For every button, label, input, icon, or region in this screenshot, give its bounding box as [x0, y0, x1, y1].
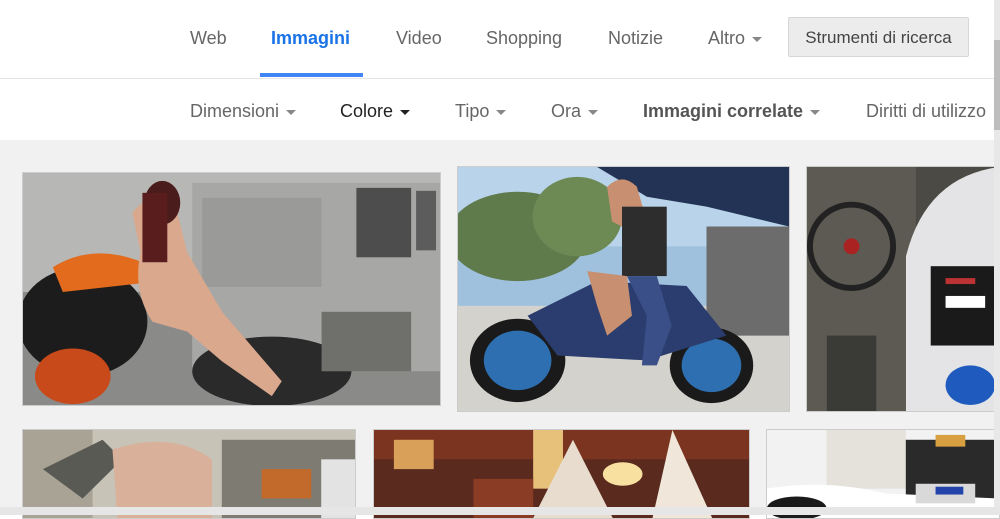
- filter-type[interactable]: Tipo: [455, 99, 507, 123]
- tab-web[interactable]: Web: [190, 24, 227, 52]
- filter-size-label: Dimensioni: [190, 101, 280, 121]
- top-navigation: Web Immagini Video Shopping Notizie Altr…: [0, 0, 1000, 79]
- chevron-down-icon: [496, 109, 507, 115]
- vertical-scrollbar-thumb[interactable]: [994, 40, 1000, 130]
- image-result[interactable]: [806, 166, 1000, 412]
- tab-images[interactable]: Immagini: [271, 24, 350, 52]
- image-results-grid: [0, 140, 1000, 519]
- chevron-down-icon: [810, 109, 821, 115]
- filter-color-label: Colore: [340, 101, 394, 121]
- tab-more-label: Altro: [708, 28, 746, 48]
- chevron-down-icon: [400, 109, 411, 115]
- filter-type-label: Tipo: [455, 101, 490, 121]
- filter-color[interactable]: Colore: [340, 99, 411, 123]
- filter-related-label: Immagini correlate: [643, 101, 804, 121]
- image-result[interactable]: [766, 429, 1000, 519]
- image-thumbnail: [374, 430, 749, 518]
- chevron-down-icon: [286, 109, 297, 115]
- image-thumbnail: [23, 173, 440, 405]
- image-thumbnail: [807, 167, 999, 411]
- tab-shopping[interactable]: Shopping: [486, 24, 562, 52]
- filter-usage-rights[interactable]: Diritti di utilizzo: [866, 99, 986, 123]
- filter-related-images[interactable]: Immagini correlate: [643, 99, 821, 123]
- chevron-down-icon: [752, 36, 763, 42]
- image-result[interactable]: [373, 429, 750, 519]
- filter-time-label: Ora: [551, 101, 582, 121]
- filter-bar: Dimensioni Colore Tipo Ora Immagini corr…: [0, 80, 1000, 140]
- filter-time[interactable]: Ora: [551, 99, 599, 123]
- tab-more[interactable]: Altro: [708, 24, 763, 52]
- search-tools-button[interactable]: Strumenti di ricerca: [788, 17, 969, 57]
- image-result[interactable]: [457, 166, 790, 412]
- chevron-down-icon: [588, 109, 599, 115]
- image-thumbnail: [23, 430, 355, 518]
- image-thumbnail: [458, 167, 789, 411]
- tab-news[interactable]: Notizie: [608, 24, 663, 52]
- image-result[interactable]: [22, 172, 441, 406]
- horizontal-scrollbar[interactable]: [0, 507, 1000, 515]
- active-tab-indicator: [260, 73, 363, 77]
- tab-video[interactable]: Video: [396, 24, 442, 52]
- filter-size[interactable]: Dimensioni: [190, 99, 297, 123]
- image-result[interactable]: [22, 429, 356, 519]
- image-thumbnail: [767, 430, 999, 518]
